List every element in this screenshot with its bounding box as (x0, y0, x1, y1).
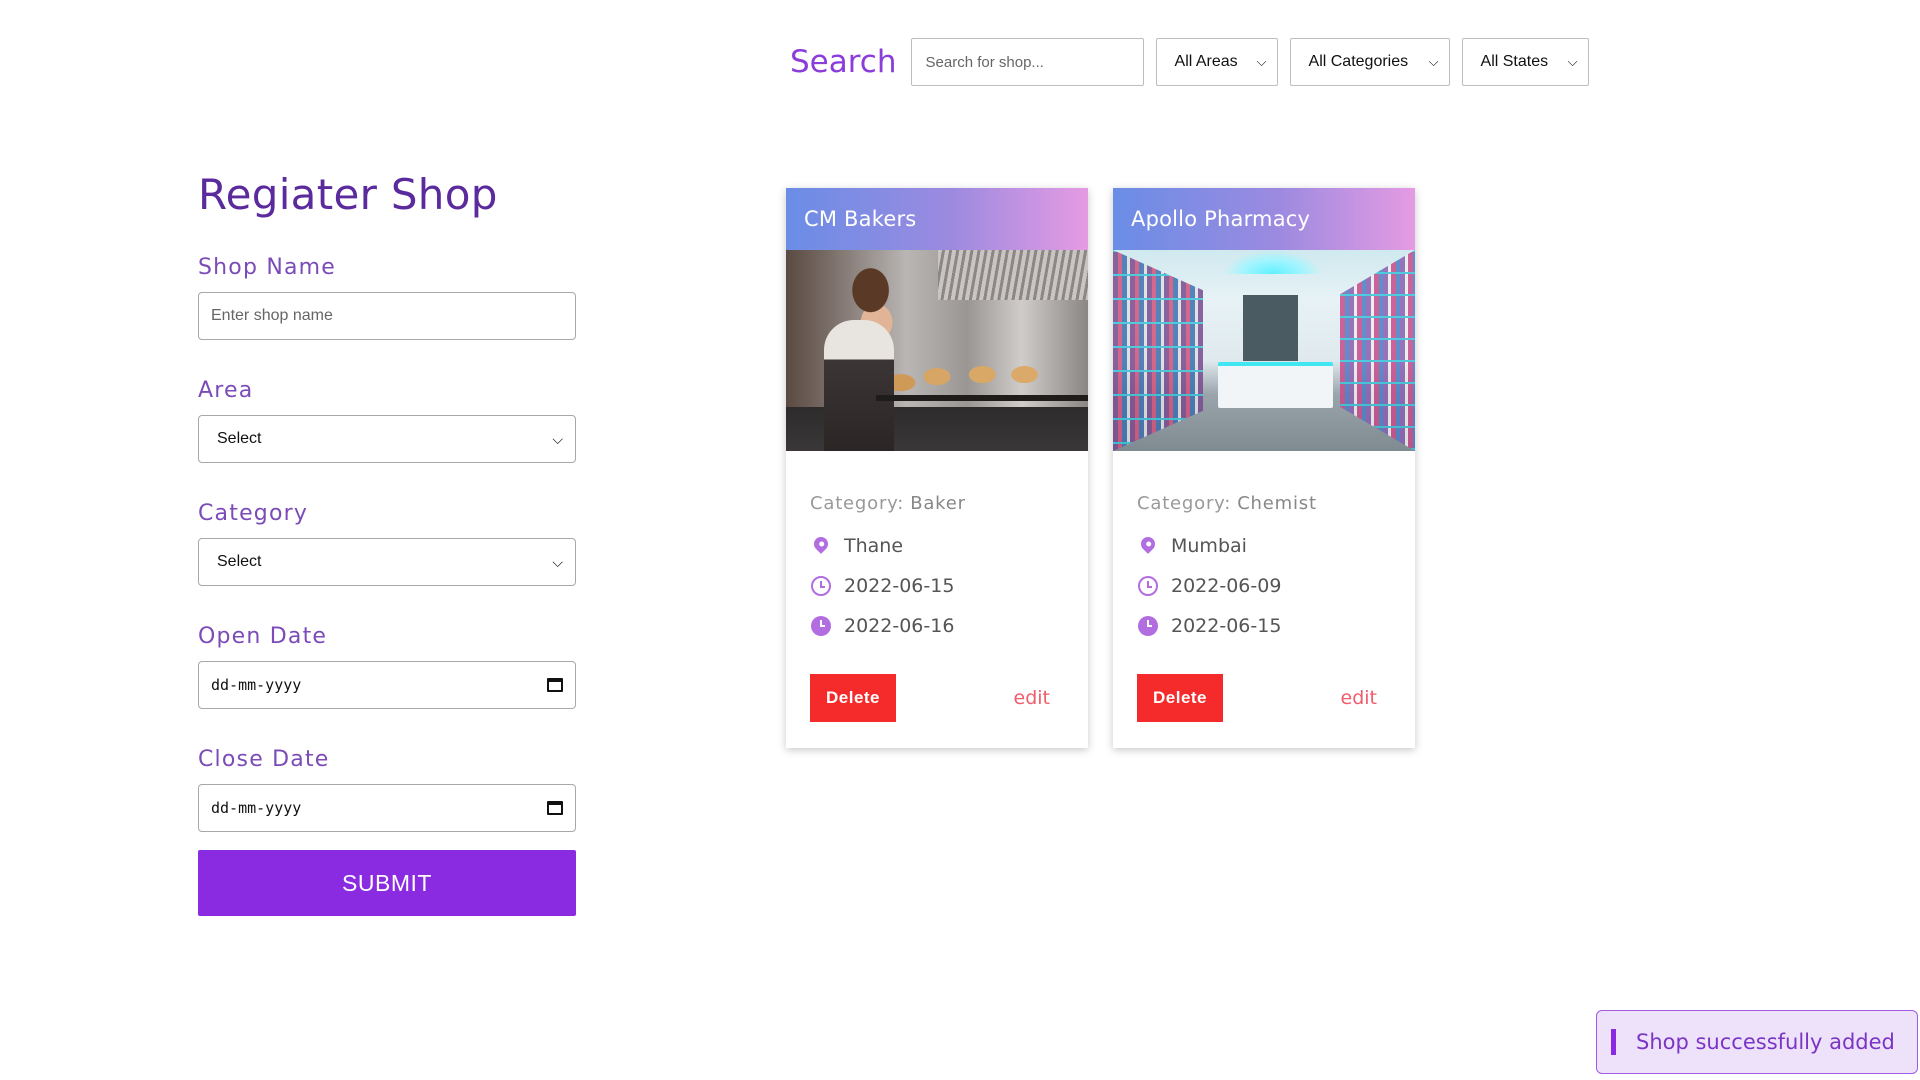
image-detail (1218, 362, 1333, 408)
chevron-down-icon: ⌵ (1428, 54, 1439, 69)
card-header: Apollo Pharmacy (1113, 188, 1415, 250)
areas-filter-value: All Areas (1174, 53, 1238, 70)
location-pin-icon (1137, 533, 1159, 557)
edit-link[interactable]: edit (1341, 687, 1377, 709)
close-date-row: 2022-06-15 (1137, 612, 1391, 639)
category-row: Category: Chemist (1137, 493, 1391, 514)
categories-filter-select[interactable]: All Categories ⌵ (1289, 38, 1450, 86)
image-detail (824, 320, 894, 451)
page: Search All Areas ⌵ All Categories ⌵ All … (0, 0, 1920, 1080)
open-date-value: 2022-06-15 (844, 574, 955, 597)
success-toast[interactable]: Shop successfully added (1596, 1010, 1918, 1074)
open-date-input[interactable]: dd-mm-yyyy (198, 661, 576, 709)
card-actions: Delete edit (1137, 674, 1377, 722)
shop-image (786, 250, 1088, 451)
area-row: Mumbai (1137, 532, 1391, 559)
shop-image (1113, 250, 1415, 451)
open-date-value: dd-mm-yyyy (211, 676, 302, 694)
image-detail (1340, 250, 1415, 451)
register-shop-form: Regiater Shop Shop Name Enter shop name … (198, 170, 576, 916)
toast-accent-bar (1611, 1029, 1616, 1055)
shop-card: Apollo Pharmacy Category:Chemist Mumbai (1113, 188, 1415, 748)
close-date-value: 2022-06-16 (844, 614, 955, 637)
category-value: Chemist (1237, 493, 1317, 514)
clock-outline-icon (1137, 575, 1159, 597)
area-value: Thane (844, 534, 904, 557)
location-pin-icon (810, 533, 832, 557)
image-detail (938, 250, 1088, 300)
submit-button[interactable]: SUBMIT (198, 850, 576, 916)
area-label: Area (198, 378, 254, 403)
toast-message: Shop successfully added (1636, 1030, 1895, 1054)
states-filter-select[interactable]: All States ⌵ (1461, 38, 1589, 86)
edit-link[interactable]: edit (1014, 687, 1050, 709)
card-title: Apollo Pharmacy (1131, 207, 1311, 231)
close-date-label: Close Date (198, 747, 330, 772)
shop-card: CM Bakers Category: Baker Thane 2022-06-1… (786, 188, 1088, 748)
area-select[interactable]: Select ⌵ (198, 415, 576, 463)
close-date-value: dd-mm-yyyy (211, 799, 302, 817)
card-title: CM Bakers (804, 207, 917, 231)
chevron-down-icon: ⌵ (552, 430, 563, 447)
category-label: Category (198, 501, 309, 526)
card-actions: Delete edit (810, 674, 1050, 722)
delete-button[interactable]: Delete (810, 674, 896, 722)
open-date-value: 2022-06-09 (1171, 574, 1282, 597)
card-body: Category: Chemist Mumbai 2022-06-09 2022-… (1113, 451, 1415, 639)
categories-filter-value: All Categories (1308, 53, 1409, 70)
area-value: Mumbai (1171, 534, 1247, 557)
areas-filter-select[interactable]: All Areas ⌵ (1155, 38, 1278, 86)
area-select-value: Select (217, 430, 262, 447)
search-title: Search (790, 44, 897, 80)
close-date-row: 2022-06-16 (810, 612, 1064, 639)
clock-solid-icon (810, 615, 832, 637)
image-detail (1223, 250, 1323, 274)
category-row: Category: Baker (810, 493, 1064, 514)
chevron-down-icon: ⌵ (552, 553, 563, 570)
category-select[interactable]: Select ⌵ (198, 538, 576, 586)
clock-outline-icon (810, 575, 832, 597)
clock-solid-icon (1137, 615, 1159, 637)
close-date-value: 2022-06-15 (1171, 614, 1282, 637)
search-input[interactable] (910, 38, 1144, 86)
shop-name-placeholder: Enter shop name (211, 307, 333, 324)
calendar-icon[interactable] (547, 678, 563, 692)
form-title: Regiater Shop (198, 170, 498, 219)
card-body: Category: Baker Thane 2022-06-15 2022-06-… (786, 451, 1088, 639)
category-label: Category: (810, 493, 905, 514)
area-row: Thane (810, 532, 1064, 559)
delete-button[interactable]: Delete (1137, 674, 1223, 722)
shop-name-input[interactable]: Enter shop name (198, 292, 576, 340)
open-date-row: 2022-06-15 (810, 572, 1064, 599)
states-filter-value: All States (1480, 53, 1549, 70)
category-select-value: Select (217, 553, 262, 570)
category-value: Baker (910, 493, 966, 514)
image-detail (876, 395, 1088, 401)
chevron-down-icon: ⌵ (1567, 54, 1578, 69)
image-detail (1243, 295, 1298, 361)
card-header: CM Bakers (786, 188, 1088, 250)
shop-card-list: CM Bakers Category: Baker Thane 2022-06-1… (786, 188, 1415, 748)
close-date-input[interactable]: dd-mm-yyyy (198, 784, 576, 832)
search-bar: Search All Areas ⌵ All Categories ⌵ All … (790, 37, 1589, 87)
open-date-row: 2022-06-09 (1137, 572, 1391, 599)
open-date-label: Open Date (198, 624, 328, 649)
calendar-icon[interactable] (547, 801, 563, 815)
shop-name-label: Shop Name (198, 255, 337, 280)
chevron-down-icon: ⌵ (1256, 54, 1267, 69)
image-detail (1113, 250, 1203, 451)
category-label: Category: (1137, 493, 1232, 514)
